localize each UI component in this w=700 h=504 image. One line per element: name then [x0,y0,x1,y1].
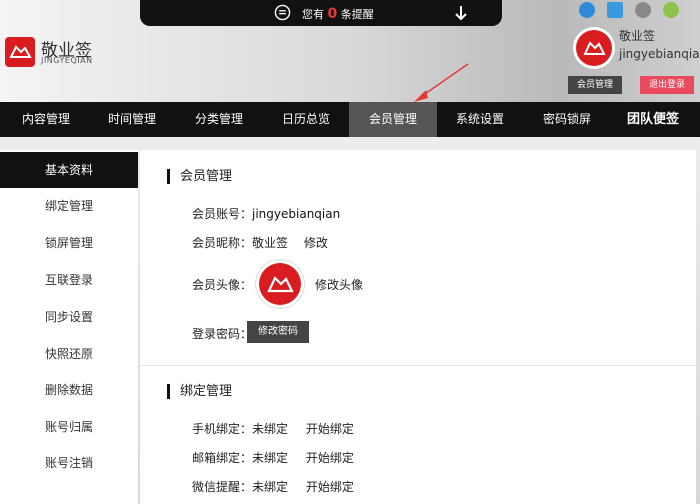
password-label: 登录密码： [192,327,253,341]
nav-item-team[interactable]: 团队便签 [610,102,696,137]
brand-name-en: JINGYEQIAN [41,56,93,65]
wechat-binding-status: 未绑定 [252,480,289,494]
windows-icon[interactable] [607,2,623,18]
sidebar-item-ownership[interactable]: 账号归属 [0,409,138,445]
sidebar-item-sync[interactable]: 同步设置 [0,299,138,335]
nav-item-lock[interactable]: 密码锁屏 [523,102,611,137]
account-row: 会员账号：jingyebianqian [192,205,340,222]
divider [140,365,696,366]
nav-item-category[interactable]: 分类管理 [175,102,263,137]
avatar[interactable] [573,27,615,69]
sidebar-item-snapshot[interactable]: 快照还原 [0,336,138,372]
main-nav: 内容管理 时间管理 分类管理 日历总览 会员管理 系统设置 密码锁屏 团队便签 [0,102,700,137]
phone-binding-start[interactable]: 开始绑定 [306,422,354,436]
nav-item-settings[interactable]: 系统设置 [436,102,524,137]
avatar-label: 会员头像： [192,278,253,292]
sidebar-item-binding[interactable]: 绑定管理 [0,188,138,224]
member-avatar [256,260,304,308]
wechat-binding-start[interactable]: 开始绑定 [306,480,354,494]
sidebar-item-lockscreen[interactable]: 锁屏管理 [0,225,138,261]
nav-item-calendar[interactable]: 日历总览 [262,102,350,137]
wechat-binding-label: 微信提醒： [192,480,253,494]
notice-count: 0 [327,6,338,22]
phone-binding-label: 手机绑定： [192,422,253,436]
user-account: jingyebianqian [619,47,700,61]
email-binding-start[interactable]: 开始绑定 [306,451,354,465]
notification-bar[interactable]: 您有 0 条提醒 [140,0,502,26]
arrow-down-icon[interactable] [452,4,470,22]
member-management-button[interactable]: 会员管理 [568,76,622,94]
ie-icon[interactable] [579,2,595,18]
email-binding-status: 未绑定 [252,451,289,465]
member-section-title: 会员管理 [167,169,232,184]
edit-avatar-link[interactable]: 修改头像 [315,276,363,293]
binding-section-title: 绑定管理 [167,384,232,399]
edit-nickname-link[interactable]: 修改 [304,236,328,250]
nav-item-member[interactable]: 会员管理 [349,102,437,137]
wechat-binding-row: 微信提醒：未绑定 开始绑定 [192,478,354,495]
notice-suffix: 条提醒 [340,8,374,21]
nickname-value: 敬业签 [252,236,289,250]
email-binding-row: 邮箱绑定：未绑定 开始绑定 [192,449,354,466]
logo-icon[interactable] [5,37,35,67]
sidebar-item-basic[interactable]: 基本资料 [0,152,138,188]
logout-button[interactable]: 退出登录 [640,76,694,94]
pointer-arrow-icon [414,63,469,102]
nickname-row: 会员昵称：敬业签 修改 [192,234,328,251]
email-binding-label: 邮箱绑定： [192,451,253,465]
notification-text: 您有 0 条提醒 [302,6,374,22]
platform-icons [577,0,697,18]
nickname-label: 会员昵称： [192,236,253,250]
phone-binding-row: 手机绑定：未绑定 开始绑定 [192,420,354,437]
message-icon [274,4,291,21]
account-label: 会员账号： [192,207,253,221]
sidebar-item-cancel[interactable]: 账号注销 [0,445,138,481]
apple-icon[interactable] [635,2,651,18]
change-password-button[interactable]: 修改密码 [247,321,309,343]
nav-item-time[interactable]: 时间管理 [88,102,176,137]
main-content: 会员管理 会员账号：jingyebianqian 会员昵称：敬业签 修改 会员头… [140,150,696,504]
sidebar-item-connect[interactable]: 互联登录 [0,262,138,298]
notice-prefix: 您有 [302,8,324,21]
account-value: jingyebianqian [252,207,341,221]
android-icon[interactable] [663,2,679,18]
sidebar-item-delete[interactable]: 删除数据 [0,372,138,408]
sidebar: 基本资料 绑定管理 锁屏管理 互联登录 同步设置 快照还原 删除数据 账号归属 … [0,150,138,504]
user-nickname: 敬业签 [619,29,656,43]
header: 您有 0 条提醒 敬业签 JINGYEQIAN 敬业签 jingyebianqi… [0,0,700,102]
phone-binding-status: 未绑定 [252,422,289,436]
nav-item-content[interactable]: 内容管理 [0,102,92,137]
